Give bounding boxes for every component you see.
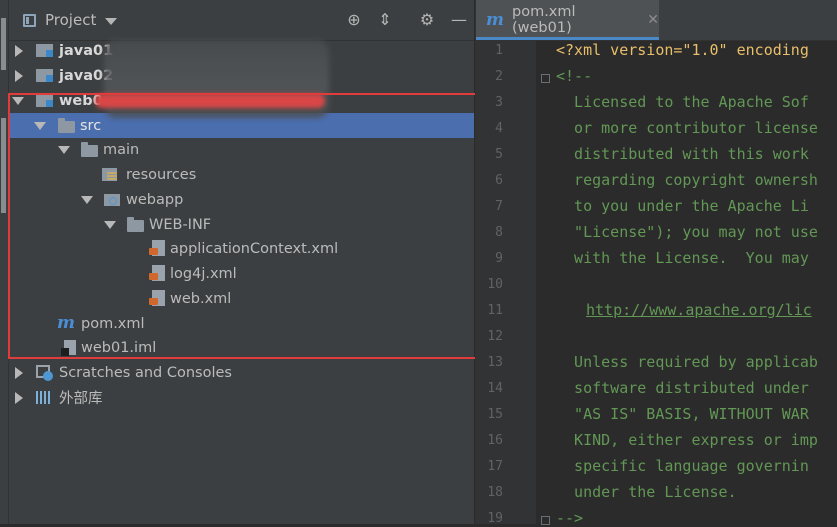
code-line: distributed with this work <box>556 145 809 163</box>
code-line: KIND, either express or imp <box>556 431 818 449</box>
structure-tool-window-label[interactable] <box>1 118 6 213</box>
expand-arrow-icon[interactable] <box>15 366 23 379</box>
code-line: under the License. <box>556 483 737 501</box>
line-number: 15 <box>487 407 503 422</box>
line-number: 7 <box>495 199 503 214</box>
line-number: 9 <box>495 251 503 266</box>
minimize-icon[interactable]: — <box>449 10 469 30</box>
project-title: Project <box>45 11 97 29</box>
code-line: software distributed under <box>556 379 809 397</box>
editor-tab-bar: m pom.xml (web01) ✕ <box>476 0 837 41</box>
code-line: "AS IS" BASIS, WITHOUT WAR <box>556 405 809 423</box>
line-number: 5 <box>495 147 503 162</box>
code-line: <?xml version="1.0" encoding <box>556 41 809 59</box>
module-folder-icon <box>36 44 53 57</box>
line-number: 10 <box>487 277 503 292</box>
project-view-selector[interactable]: Project <box>23 9 118 31</box>
code-line: to you under the Apache Li <box>556 197 809 215</box>
expand-arrow-icon[interactable] <box>15 391 23 404</box>
line-number: 3 <box>495 95 503 110</box>
line-number: 11 <box>487 303 503 318</box>
line-number: 16 <box>487 433 503 448</box>
code-line: <!-- <box>556 67 593 85</box>
line-number: 8 <box>495 225 503 240</box>
libraries-icon <box>36 391 52 404</box>
gear-icon[interactable]: ⚙ <box>417 10 437 30</box>
line-number: 12 <box>487 329 503 344</box>
collapse-all-icon[interactable]: ⇕ <box>375 10 395 30</box>
editor-tab-pom-xml[interactable]: m pom.xml (web01) ✕ <box>476 0 659 40</box>
chevron-down-icon[interactable] <box>105 17 118 25</box>
editor-tab-label: pom.xml (web01) <box>512 4 576 36</box>
module-folder-icon <box>36 69 53 82</box>
locate-icon[interactable]: ⊕ <box>344 10 364 30</box>
license-url-link[interactable]: http://www.apache.org/lic <box>586 301 812 319</box>
tree-node-label: 外部库 <box>59 391 103 407</box>
code-line: specific language governin <box>556 457 809 475</box>
line-number-gutter: 1 2 3 4 5 6 7 8 9 10 11 12 13 14 15 16 17 18 19 <box>476 40 536 526</box>
tree-node-scratches[interactable]: Scratches and Consoles <box>9 360 474 385</box>
expand-arrow-icon[interactable] <box>15 44 23 57</box>
code-line: --> <box>556 509 584 527</box>
scratches-icon <box>36 365 53 381</box>
close-icon[interactable]: ✕ <box>647 12 659 28</box>
line-number: 13 <box>487 355 503 370</box>
maven-icon: m <box>486 9 504 30</box>
project-icon <box>23 13 36 27</box>
project-panel-header: Project ⊕ ⇕ ⚙ — <box>9 0 474 41</box>
line-number: 14 <box>487 381 503 396</box>
code-line: Unless required by applicab <box>556 353 818 371</box>
fold-marker-icon[interactable] <box>541 74 550 83</box>
line-number: 4 <box>495 121 503 136</box>
line-number: 17 <box>487 459 503 474</box>
project-tool-window-label[interactable] <box>1 18 6 70</box>
code-line: Licensed to the Apache Sof <box>556 93 809 111</box>
code-line: with the License. You may <box>556 249 809 267</box>
code-line: regarding copyright ownersh <box>556 171 818 189</box>
highlight-box <box>8 93 508 359</box>
line-number: 2 <box>495 69 503 84</box>
code-line: or more contributor license <box>556 119 818 137</box>
line-number: 18 <box>487 485 503 500</box>
line-number: 6 <box>495 173 503 188</box>
code-line: "License"); you may not use <box>556 223 818 241</box>
editor-pane[interactable]: m pom.xml (web01) ✕ 1 2 3 4 5 6 7 8 9 10 11 12 13 14 1… <box>475 0 837 527</box>
tree-node-label: Scratches and Consoles <box>59 364 232 381</box>
tree-node-external-libraries[interactable]: 外部库 <box>9 385 474 410</box>
expand-arrow-icon[interactable] <box>15 69 23 82</box>
line-number: 1 <box>495 43 503 58</box>
